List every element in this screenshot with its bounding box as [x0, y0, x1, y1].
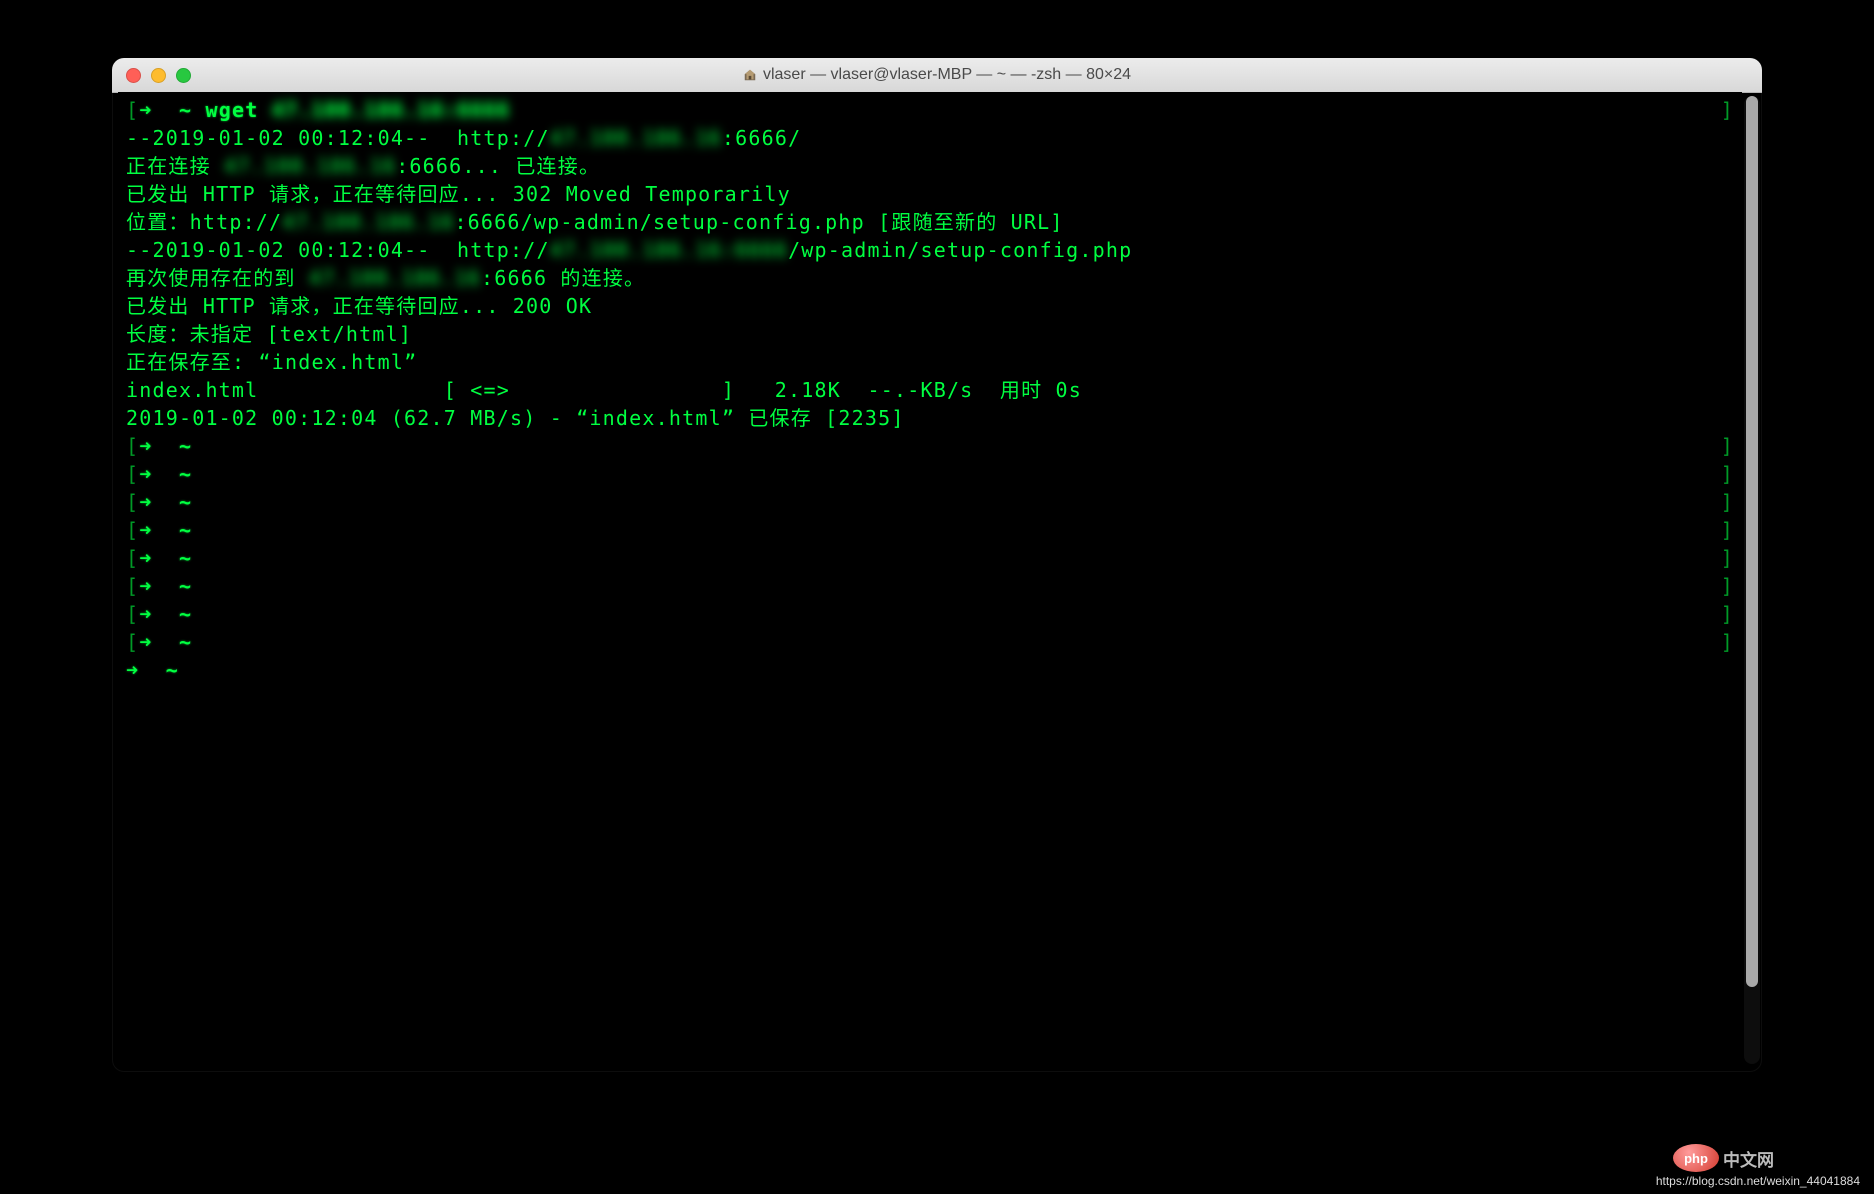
prompt-line-empty: [➜ ~]	[126, 628, 1734, 656]
prompt-line-empty: [➜ ~]	[126, 460, 1734, 488]
output-line: 正在保存至: “index.html”	[126, 348, 1734, 376]
prompt-line-empty: [➜ ~]	[126, 488, 1734, 516]
maximize-button[interactable]	[176, 68, 191, 83]
home-icon	[743, 68, 757, 82]
output-line: 长度：未指定 [text/html]	[126, 320, 1734, 348]
window-title: vlaser — vlaser@vlaser-MBP — ~ — -zsh — …	[112, 66, 1762, 84]
php-badge: php 中文网	[1673, 1144, 1774, 1172]
output-line: 2019-01-02 00:12:04 (62.7 MB/s) - “index…	[126, 404, 1734, 432]
output-line: --2019-01-02 00:12:04-- http://47.100.18…	[126, 236, 1734, 264]
prompt-line-empty: ➜ ~	[126, 656, 1734, 684]
output-line: --2019-01-02 00:12:04-- http://47.100.18…	[126, 124, 1734, 152]
prompt-line-empty: [➜ ~]	[126, 572, 1734, 600]
titlebar[interactable]: vlaser — vlaser@vlaser-MBP — ~ — -zsh — …	[112, 58, 1762, 93]
close-button[interactable]	[126, 68, 141, 83]
output-line: 再次使用存在的到 47.100.186.16:6666 的连接。	[126, 264, 1734, 292]
prompt-line-empty: [➜ ~]	[126, 516, 1734, 544]
minimize-button[interactable]	[151, 68, 166, 83]
output-line: 已发出 HTTP 请求，正在等待回应... 200 OK	[126, 292, 1734, 320]
scrollbar[interactable]	[1744, 96, 1760, 1064]
php-icon: php	[1673, 1144, 1719, 1172]
prompt-line-command: [➜ ~ wget 47.100.186.16:6666]	[126, 96, 1734, 124]
prompt-line-empty: [➜ ~]	[126, 600, 1734, 628]
watermark: https://blog.csdn.net/weixin_44041884	[1656, 1174, 1860, 1188]
output-line: index.html [ <=> ] 2.18K --.-KB/s 用时 0s	[126, 376, 1734, 404]
terminal-content[interactable]: [➜ ~ wget 47.100.186.16:6666] --2019-01-…	[118, 92, 1742, 1066]
output-line: 已发出 HTTP 请求，正在等待回应... 302 Moved Temporar…	[126, 180, 1734, 208]
php-cn-label: 中文网	[1723, 1146, 1774, 1171]
title-text: vlaser — vlaser@vlaser-MBP — ~ — -zsh — …	[763, 66, 1131, 84]
output-line: 正在连接 47.100.186.16:6666... 已连接。	[126, 152, 1734, 180]
terminal-window: vlaser — vlaser@vlaser-MBP — ~ — -zsh — …	[112, 58, 1762, 1072]
output-line: 位置：http://47.100.186.16:6666/wp-admin/se…	[126, 208, 1734, 236]
prompt-line-empty: [➜ ~]	[126, 544, 1734, 572]
stage: vlaser — vlaser@vlaser-MBP — ~ — -zsh — …	[0, 0, 1874, 1194]
prompt-line-empty: [➜ ~]	[126, 432, 1734, 460]
traffic-lights	[112, 68, 191, 83]
scrollbar-thumb[interactable]	[1746, 96, 1758, 987]
